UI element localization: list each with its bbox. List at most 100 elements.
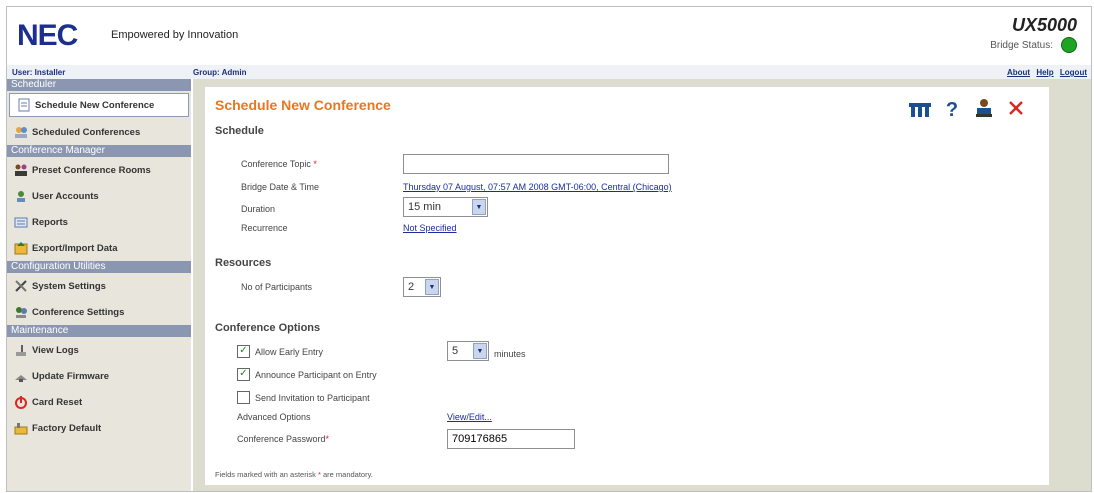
- sidebar-item-label: Preset Conference Rooms: [32, 164, 151, 176]
- sidebar-item-view-logs[interactable]: View Logs: [7, 337, 191, 363]
- tools-icon: [13, 278, 29, 294]
- required-marker: *: [310, 159, 317, 169]
- current-group: Group: Admin: [193, 68, 247, 77]
- resources-heading: Resources: [215, 257, 272, 269]
- schedule-conference-panel: Schedule New Conference ? Schedule Confe…: [205, 87, 1049, 485]
- allow-early-entry-label: Allow Early Entry: [255, 347, 324, 357]
- panel-toolbar: ?: [909, 98, 1027, 123]
- current-user: User: Installer: [12, 68, 66, 77]
- participants-label: No of Participants: [241, 282, 313, 292]
- recurrence-link[interactable]: Not Specified: [403, 223, 457, 233]
- required-marker: *: [325, 434, 330, 444]
- export-import-icon: [13, 240, 29, 256]
- allow-early-entry-checkbox[interactable]: ✓: [237, 345, 250, 358]
- sidebar-section-configuration-utilities: Configuration Utilities: [7, 261, 191, 273]
- close-button[interactable]: [1005, 99, 1027, 121]
- schedule-heading: Schedule: [215, 125, 264, 137]
- early-entry-minutes-select[interactable]: 5 ▼: [447, 341, 489, 361]
- chevron-down-icon: ▼: [425, 279, 439, 295]
- sidebar-item-factory-default[interactable]: Factory Default: [7, 415, 191, 441]
- sidebar-item-label: Schedule New Conference: [35, 99, 155, 111]
- main-area: Schedule New Conference ? Schedule Confe…: [193, 79, 1091, 491]
- help-button[interactable]: ?: [941, 99, 963, 121]
- conference-room-icon: [13, 162, 29, 178]
- sidebar-item-label: System Settings: [32, 280, 106, 292]
- factory-icon: [13, 420, 29, 436]
- conference-settings-icon: [13, 304, 29, 320]
- chevron-down-icon: ▼: [473, 343, 487, 359]
- conference-topic-label: Conference Topic *: [241, 159, 317, 169]
- participants-value: 2: [408, 281, 415, 293]
- document-icon: [16, 97, 32, 113]
- conference-topic-input[interactable]: [403, 154, 669, 174]
- recurrence-label: Recurrence: [241, 223, 288, 233]
- sidebar-item-system-settings[interactable]: System Settings: [7, 273, 191, 299]
- send-invitation-checkbox[interactable]: [237, 391, 250, 404]
- duration-label: Duration: [241, 204, 276, 214]
- page-title: Schedule New Conference: [215, 97, 391, 113]
- sidebar-item-label: Scheduled Conferences: [32, 126, 141, 138]
- mandatory-footnote: Fields marked with an asterisk * are man…: [215, 470, 373, 479]
- conference-password-label-text: Conference Password: [237, 434, 326, 444]
- sidebar-item-card-reset[interactable]: Card Reset: [7, 389, 191, 415]
- minutes-label: minutes: [494, 349, 526, 359]
- conference-password-label: Conference Password*: [237, 434, 329, 444]
- user-button[interactable]: [973, 98, 995, 123]
- conference-options-heading: Conference Options: [215, 322, 321, 334]
- status-indicator-icon: [1061, 37, 1077, 53]
- sidebar-item-label: View Logs: [32, 344, 79, 356]
- help-link[interactable]: Help: [1036, 68, 1053, 77]
- user-profile-icon: [975, 98, 993, 123]
- report-icon: [13, 214, 29, 230]
- sidebar-item-update-firmware[interactable]: Update Firmware: [7, 363, 191, 389]
- log-icon: [13, 342, 29, 358]
- firmware-icon: [13, 368, 29, 384]
- announce-participant-checkbox[interactable]: ✓: [237, 368, 250, 381]
- sidebar-item-reports[interactable]: Reports: [7, 209, 191, 235]
- top-links: About Help Logout: [1003, 68, 1087, 77]
- menu-button[interactable]: [909, 99, 931, 121]
- sidebar-item-label: Reports: [32, 216, 68, 228]
- sidebar-item-label: Update Firmware: [32, 370, 110, 382]
- sidebar-item-export-import-data[interactable]: Export/Import Data: [7, 235, 191, 261]
- bridge-date-time-label: Bridge Date & Time: [241, 182, 320, 192]
- early-entry-minutes-value: 5: [452, 345, 459, 357]
- user-icon: [13, 188, 29, 204]
- header: NEC Empowered by Innovation UX5000 Bridg…: [7, 7, 1091, 63]
- info-bar: User: Installer Group: Admin About Help …: [7, 65, 1091, 79]
- footnote-text-end: are mandatory.: [322, 470, 373, 479]
- sidebar-item-user-accounts[interactable]: User Accounts: [7, 183, 191, 209]
- tagline: Empowered by Innovation: [111, 29, 239, 41]
- power-icon: [13, 394, 29, 410]
- sidebar-item-conference-settings[interactable]: Conference Settings: [7, 299, 191, 325]
- conference-password-input[interactable]: [447, 429, 575, 449]
- product-name: UX5000: [1011, 15, 1077, 35]
- sidebar-item-preset-conference-rooms[interactable]: Preset Conference Rooms: [7, 157, 191, 183]
- about-link[interactable]: About: [1007, 68, 1030, 77]
- people-icon: [13, 124, 29, 140]
- sidebar-item-schedule-new-conference[interactable]: Schedule New Conference: [9, 93, 189, 117]
- close-icon: [1008, 100, 1024, 121]
- send-invitation-label: Send Invitation to Participant: [255, 393, 370, 403]
- duration-select[interactable]: 15 min ▼: [403, 197, 488, 217]
- chevron-down-icon: ▼: [472, 199, 486, 215]
- announce-participant-label: Announce Participant on Entry: [255, 370, 377, 380]
- sidebar-item-scheduled-conferences[interactable]: Scheduled Conferences: [7, 119, 191, 145]
- duration-value: 15 min: [408, 201, 442, 213]
- sidebar-item-label: Conference Settings: [32, 306, 125, 318]
- sidebar-section-scheduler: Scheduler: [7, 79, 191, 91]
- conference-topic-label-text: Conference Topic: [241, 159, 311, 169]
- sidebar-item-label: User Accounts: [32, 190, 99, 202]
- advanced-options-link[interactable]: View/Edit...: [447, 412, 492, 422]
- help-icon: ?: [945, 98, 959, 121]
- bridge-date-time-link[interactable]: Thursday 07 August, 07:57 AM 2008 GMT-06…: [403, 182, 672, 192]
- sidebar-item-label: Factory Default: [32, 422, 102, 434]
- menu-icon: [909, 99, 931, 122]
- participants-select[interactable]: 2 ▼: [403, 277, 441, 297]
- sidebar-section-conference-manager: Conference Manager: [7, 145, 191, 157]
- logout-link[interactable]: Logout: [1060, 68, 1087, 77]
- sidebar-item-label: Card Reset: [32, 396, 83, 408]
- advanced-options-label: Advanced Options: [237, 412, 311, 422]
- sidebar-item-label: Export/Import Data: [32, 242, 118, 254]
- sidebar-section-maintenance: Maintenance: [7, 325, 191, 337]
